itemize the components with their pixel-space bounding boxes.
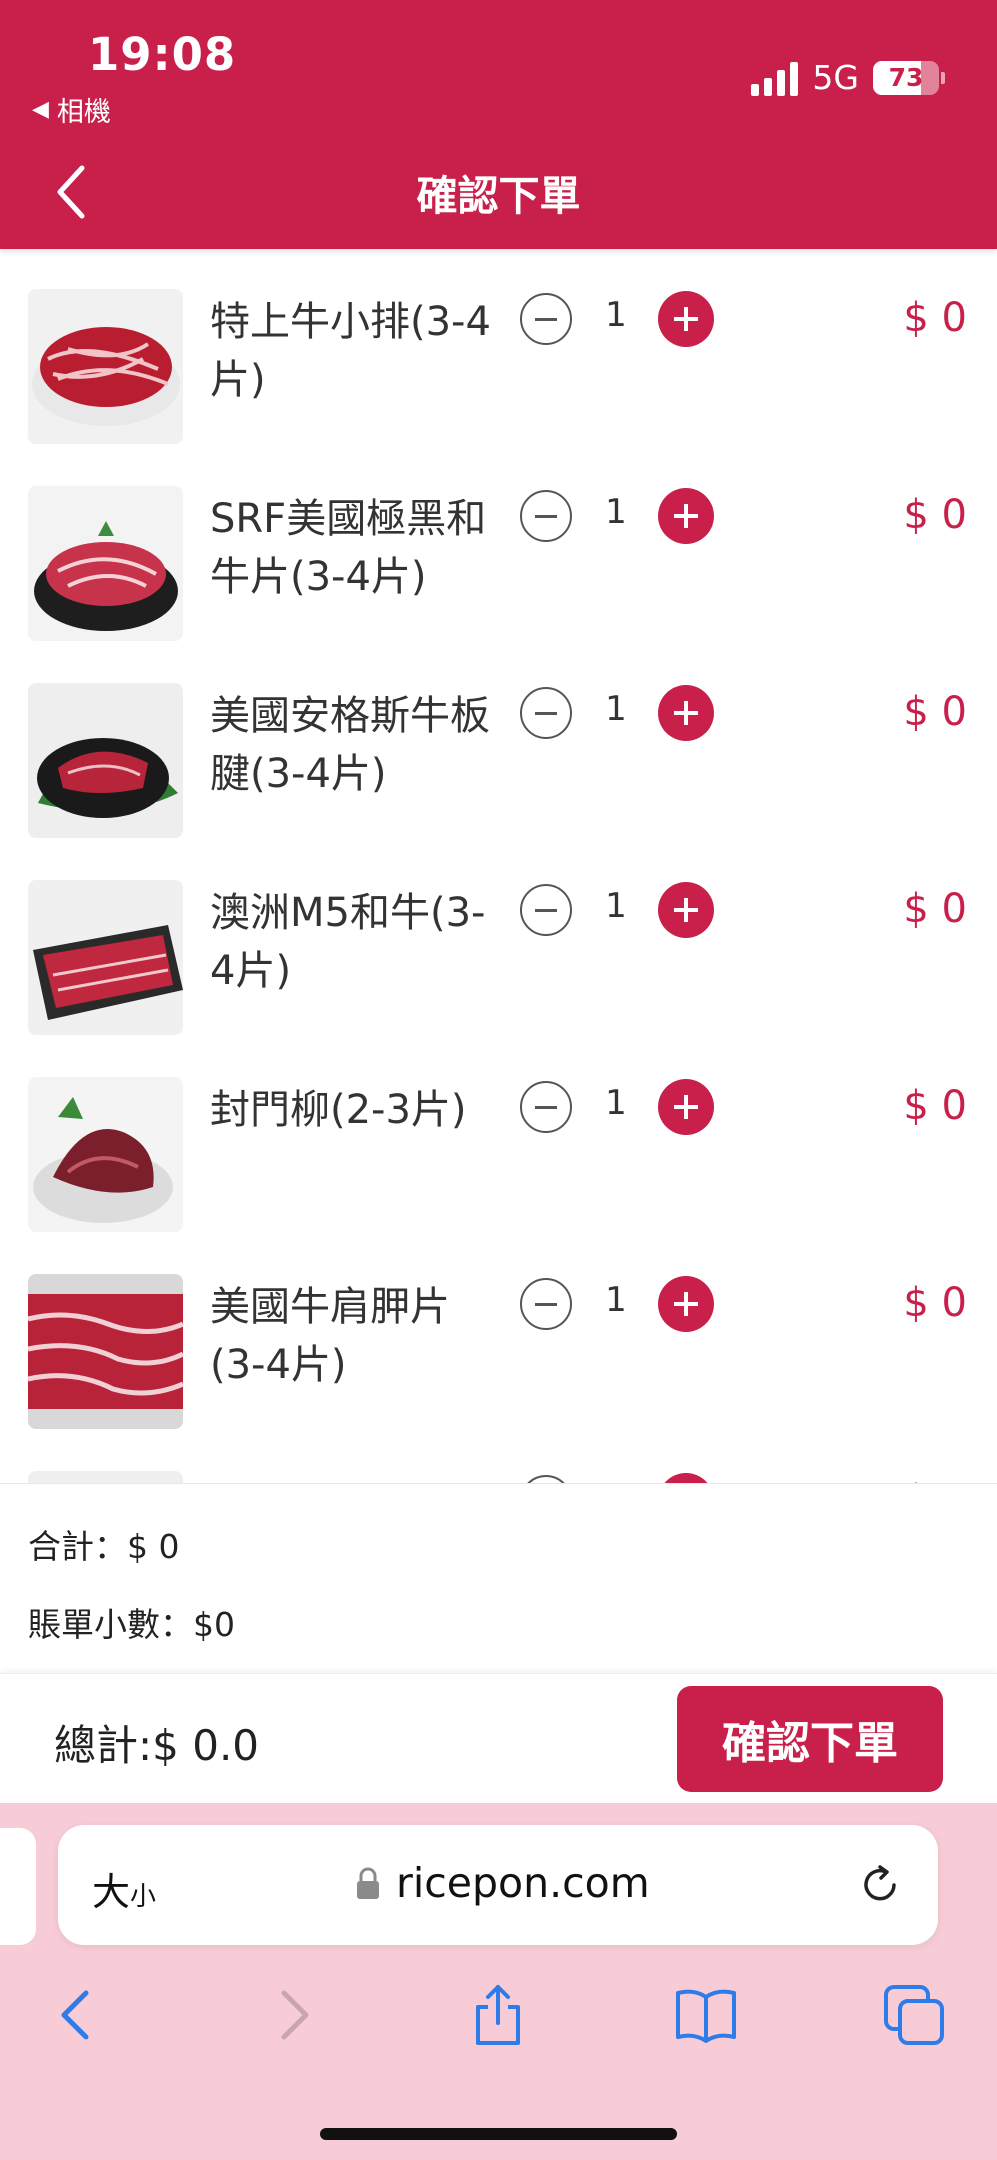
reload-icon[interactable] [856, 1861, 904, 1909]
decrease-qty-button[interactable] [520, 884, 572, 936]
increase-qty-button[interactable] [658, 488, 714, 544]
status-indicators: 5G 73 [751, 58, 945, 97]
decrease-qty-button[interactable] [520, 490, 572, 542]
item-name: 美國安格斯牛板腱(3-4片) [210, 693, 490, 797]
home-indicator[interactable] [320, 2128, 677, 2140]
subtotal-text: 合計：$ 0 [28, 1527, 180, 1566]
item-quantity: 1 [605, 1280, 627, 1320]
item-image [28, 1471, 183, 1483]
back-icon[interactable] [46, 1983, 110, 2047]
item-image [28, 880, 183, 1035]
item-quantity: 1 [605, 492, 627, 532]
decrease-qty-button[interactable] [520, 687, 572, 739]
checkout-bar: 總計:$ 0.0 確認下單 [0, 1673, 997, 1804]
back-to-app-link[interactable]: ◀ 相機 [32, 90, 111, 129]
previous-tab-peek[interactable] [0, 1828, 36, 1945]
order-summary: 合計：$ 0 賬單小數：$0 [0, 1483, 997, 1674]
text-size-small: 小 [130, 1882, 157, 1912]
item-price: $ 0 [903, 689, 967, 735]
item-price: $ 0 [903, 1083, 967, 1129]
item-price: $ 0 [903, 886, 967, 932]
app-header: 19:08 ◀ 相機 5G 73 確認下單 [0, 0, 997, 249]
increase-qty-button[interactable] [658, 1079, 714, 1135]
tabs-icon[interactable] [882, 1983, 946, 2047]
list-item: 澳洲牛肉片 1 $ 0 [0, 1431, 997, 1483]
increase-qty-button[interactable] [658, 685, 714, 741]
text-size-large: 大 [92, 1870, 131, 1914]
list-item: 美國安格斯牛板腱(3-4片) 1 $ 0 [0, 643, 997, 839]
decrease-qty-button[interactable] [520, 1475, 572, 1483]
lock-icon [357, 1867, 379, 1899]
list-item: 封門柳(2-3片) 1 $ 0 [0, 1037, 997, 1233]
item-name: 美國牛肩胛片(3-4片) [210, 1284, 450, 1388]
increase-qty-button[interactable] [658, 1473, 714, 1483]
increase-qty-button[interactable] [658, 1276, 714, 1332]
browser-toolbar [0, 1973, 997, 2063]
item-image [28, 683, 183, 838]
item-price: $ 0 [903, 1280, 967, 1326]
url-text: ricepon.com [396, 1859, 650, 1907]
increase-qty-button[interactable] [658, 882, 714, 938]
page-title: 確認下單 [416, 172, 581, 220]
item-quantity: 1 [605, 689, 627, 729]
address-bar[interactable]: 大小 ricepon.com [58, 1825, 938, 1945]
list-item: 特上牛小排(3-4片) 1 $ 0 [0, 249, 997, 445]
list-item: SRF美國極黑和牛片(3-4片) 1 $ 0 [0, 446, 997, 642]
grand-total: 總計:$ 0.0 [54, 1721, 260, 1770]
text-size-button[interactable]: 大小 [92, 1861, 156, 1916]
list-item: 美國牛肩胛片(3-4片) 1 $ 0 [0, 1234, 997, 1430]
item-name: 澳洲牛肉片 [210, 1475, 500, 1483]
decrease-qty-button[interactable] [520, 1081, 572, 1133]
status-time: 19:08 [88, 28, 237, 81]
decrease-qty-button[interactable] [520, 1278, 572, 1330]
battery-icon: 73 [873, 60, 945, 95]
item-quantity: 1 [605, 295, 627, 335]
item-image [28, 289, 183, 444]
item-image [28, 486, 183, 641]
item-name: SRF美國極黑和牛片(3-4片) [210, 496, 487, 600]
signal-icon [751, 60, 799, 96]
item-quantity: 1 [605, 1083, 627, 1123]
item-name: 澳洲M5和牛(3-4片) [210, 890, 486, 994]
battery-percent: 73 [888, 63, 924, 92]
back-app-label: 相機 [56, 97, 111, 128]
share-icon[interactable] [466, 1983, 530, 2047]
increase-qty-button[interactable] [658, 291, 714, 347]
item-price: $ 0 [903, 295, 967, 341]
bill-decimal-text: 賬單小數：$0 [28, 1605, 235, 1644]
bookmarks-icon[interactable] [674, 1983, 738, 2047]
item-price: $ 0 [903, 492, 967, 538]
browser-chrome: 大小 ricepon.com [0, 1803, 997, 2160]
item-quantity: 1 [605, 886, 627, 926]
item-name: 封門柳(2-3片) [210, 1087, 467, 1133]
item-image [28, 1077, 183, 1232]
back-triangle-icon: ◀ [32, 97, 49, 122]
item-image [28, 1274, 183, 1429]
forward-icon[interactable] [260, 1983, 324, 2047]
order-item-list[interactable]: 特上牛小排(3-4片) 1 $ 0 SRF美國極黑和牛片(3-4片) 1 $ 0… [0, 249, 997, 1483]
confirm-order-button[interactable]: 確認下單 [677, 1686, 943, 1792]
network-label: 5G [812, 58, 859, 97]
item-name: 特上牛小排(3-4片) [210, 299, 491, 403]
decrease-qty-button[interactable] [520, 293, 572, 345]
list-item: 澳洲M5和牛(3-4片) 1 $ 0 [0, 840, 997, 1036]
